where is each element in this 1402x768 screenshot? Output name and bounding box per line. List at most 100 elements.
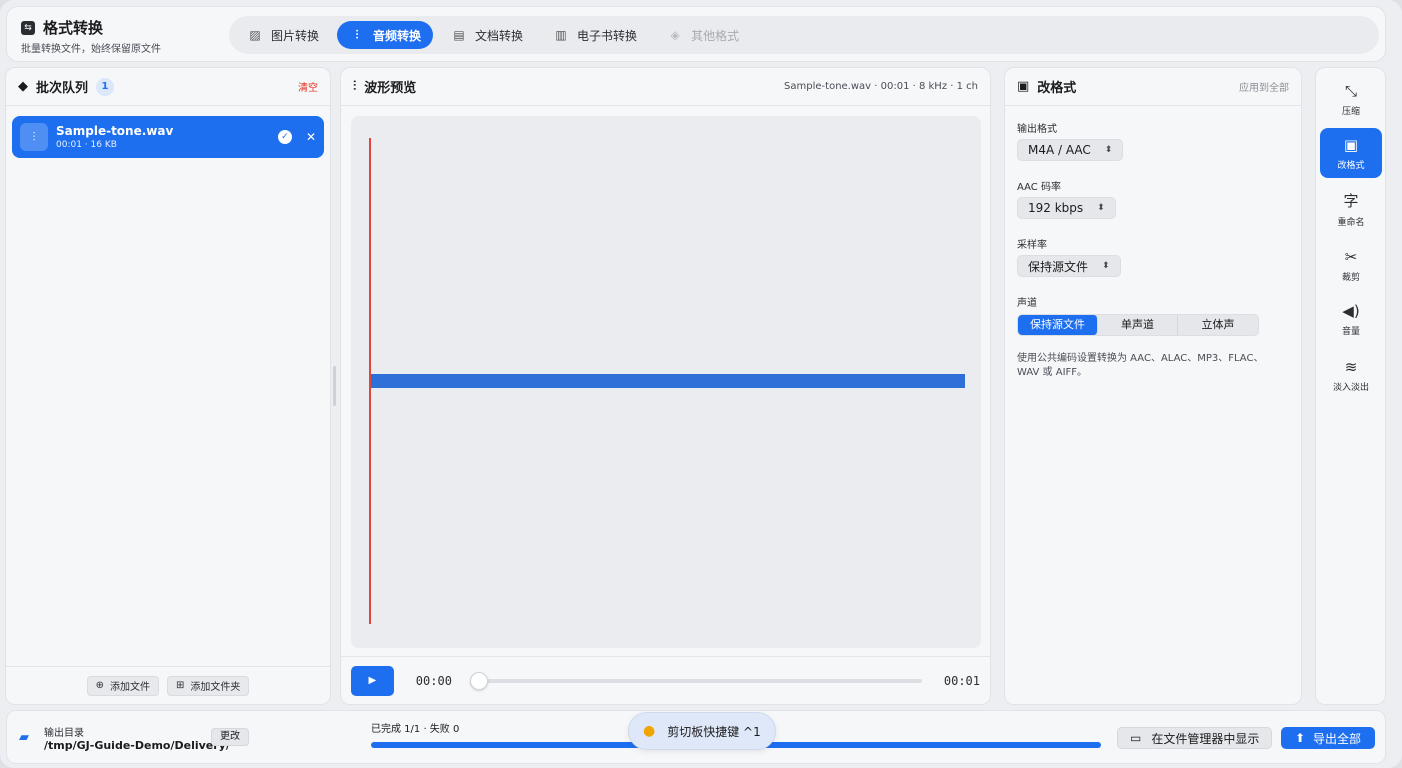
tab-document[interactable]: ▤ 文档转换 xyxy=(439,21,535,49)
remove-item-button[interactable]: ✕ xyxy=(306,130,316,144)
batch-queue-panel: ◆ 批次队列 1 清空 ⫶ Sample-tone.wav 00:01 · 16… xyxy=(5,67,331,705)
format-header: ▣ 改格式 应用到全部 xyxy=(1005,68,1301,106)
channel-option-mono[interactable]: 单声道 xyxy=(1098,315,1178,335)
waveform-icon: ⫶ xyxy=(355,27,359,42)
compress-icon: ⤡ xyxy=(1344,81,1357,100)
tool-label: 音量 xyxy=(1341,326,1360,337)
tab-label: 音频转换 xyxy=(373,28,422,43)
channel-option-source[interactable]: 保持源文件 xyxy=(1018,315,1098,335)
format-settings-panel: ▣ 改格式 应用到全部 输出格式 M4A / AAC ⬍ AAC 码率 192 … xyxy=(1004,67,1302,705)
change-output-button[interactable]: 更改 xyxy=(211,728,249,746)
format-hint: 使用公共编码设置转换为 AAC、ALAC、MP3、FLAC、WAV 或 AIFF… xyxy=(1017,353,1264,378)
tool-label: 淡入淡出 xyxy=(1332,382,1369,393)
top-bar: ⇆ 格式转换 批量转换文件，始终保留原文件 ▨ 图片转换 ⫶ 音频转换 ▤ 文档… xyxy=(6,6,1386,62)
layers-icon: ◆ xyxy=(18,79,28,94)
tab-audio[interactable]: ⫶ 音频转换 xyxy=(337,21,434,49)
add-file-icon: ⊕ xyxy=(95,680,104,691)
document-icon: ▤ xyxy=(453,28,465,42)
player-controls: ▶ 00:00 00:01 xyxy=(341,656,990,704)
add-file-button[interactable]: ⊕ 添加文件 xyxy=(86,675,159,696)
tool-label: 裁剪 xyxy=(1341,272,1360,283)
samplerate-label: 采样率 xyxy=(1017,240,1047,251)
done-check-icon: ✓ xyxy=(277,130,292,144)
tool-format[interactable]: ▣ 改格式 xyxy=(1320,128,1382,178)
bitrate-select[interactable]: 192 kbps ⬍ xyxy=(1017,197,1116,219)
channel-label: 声道 xyxy=(1017,298,1037,309)
output-dir-path: /tmp/GJ-Guide-Demo/Delivery/ xyxy=(44,739,230,752)
tool-trim[interactable]: ✂ 裁剪 xyxy=(1320,240,1382,290)
clear-queue-button[interactable]: 清空 xyxy=(298,79,318,94)
reveal-label: 在文件管理器中显示 xyxy=(1151,731,1260,746)
tab-label: 图片转换 xyxy=(271,28,320,43)
tab-label: 电子书转换 xyxy=(577,28,638,43)
panel-resize-handle[interactable] xyxy=(333,366,336,406)
audio-file-icon: ⫶ xyxy=(20,123,48,151)
tool-label: 重命名 xyxy=(1337,218,1365,228)
queue-item[interactable]: ⫶ Sample-tone.wav 00:01 · 16 KB ✓ ✕ xyxy=(12,116,324,158)
waveform xyxy=(371,374,965,388)
tab-image[interactable]: ▨ 图片转换 xyxy=(235,21,331,49)
app-logo-icon: ⇆ xyxy=(21,20,35,35)
progress-text: 已完成 1/1 · 失败 0 xyxy=(371,724,460,735)
seek-slider[interactable] xyxy=(469,671,922,690)
format-icon: ▣ xyxy=(1017,79,1030,94)
tab-label: 文档转换 xyxy=(475,28,524,43)
preview-file-meta: Sample-tone.wav · 00:01 · 8 kHz · 1 ch xyxy=(784,81,978,92)
output-dir-label: 输出目录 xyxy=(44,728,84,739)
channel-segmented-control: 保持源文件 单声道 立体声 xyxy=(1017,314,1259,336)
bitrate-label: AAC 码率 xyxy=(1017,182,1061,193)
export-all-button[interactable]: ⬆ 导出全部 xyxy=(1281,727,1375,749)
tab-other[interactable]: ◈ 其他格式 xyxy=(655,21,751,49)
preview-title: 波形预览 xyxy=(364,81,417,96)
queue-title: 批次队列 xyxy=(36,81,89,96)
tool-volume[interactable]: ◀) 音量 xyxy=(1320,294,1382,344)
seek-knob[interactable] xyxy=(469,671,488,690)
add-folder-button[interactable]: ⊞ 添加文件夹 xyxy=(167,675,250,696)
play-button[interactable]: ▶ xyxy=(351,665,394,696)
fade-icon: ≋ xyxy=(1344,357,1358,376)
bitrate-value: 192 kbps xyxy=(1028,201,1084,215)
export-icon: ⬆ xyxy=(1294,731,1306,745)
category-tabs: ▨ 图片转换 ⫶ 音频转换 ▤ 文档转换 ▥ 电子书转换 ◈ 其他格式 xyxy=(229,16,1379,54)
samplerate-select[interactable]: 保持源文件 ⬍ xyxy=(1017,255,1121,277)
output-format-select[interactable]: M4A / AAC ⬍ xyxy=(1017,139,1124,161)
waveform-preview-panel: ⫶ 波形预览 Sample-tone.wav · 00:01 · 8 kHz ·… xyxy=(340,67,991,705)
file-meta: 00:01 · 16 KB xyxy=(56,140,117,150)
tab-label: 其他格式 xyxy=(691,28,740,43)
tab-ebook[interactable]: ▥ 电子书转换 xyxy=(541,21,649,49)
tool-label: 压缩 xyxy=(1341,106,1360,117)
reveal-in-file-manager-button[interactable]: ▭ 在文件管理器中显示 xyxy=(1117,727,1273,749)
folder-icon: ▰ xyxy=(19,730,29,745)
add-folder-icon: ⊞ xyxy=(176,680,185,691)
tool-rename[interactable]: 字 重命名 xyxy=(1320,184,1382,234)
lightbulb-icon: ● xyxy=(643,723,656,739)
samplerate-value: 保持源文件 xyxy=(1028,259,1089,274)
tool-compress[interactable]: ⤡ 压缩 xyxy=(1320,74,1382,124)
add-folder-label: 添加文件夹 xyxy=(190,682,241,693)
toast-text: 剪切板快捷键 ^1 xyxy=(667,724,761,739)
waveform-canvas[interactable] xyxy=(351,116,981,648)
format-icon: ▣ xyxy=(1343,135,1359,154)
books-icon: ▥ xyxy=(555,28,567,42)
output-format-label: 输出格式 xyxy=(1017,124,1057,135)
preview-header: ⫶ 波形预览 Sample-tone.wav · 00:01 · 8 kHz ·… xyxy=(341,68,990,106)
waveform-icon: ⫶ xyxy=(353,79,357,94)
chevron-updown-icon: ⬍ xyxy=(1102,261,1110,271)
channel-option-stereo[interactable]: 立体声 xyxy=(1178,315,1258,335)
tool-rail: ⤡ 压缩 ▣ 改格式 字 重命名 ✂ 裁剪 ◀) 音量 ≋ 淡入淡出 xyxy=(1315,67,1386,705)
time-current: 00:00 xyxy=(415,673,452,688)
scissors-icon: ✂ xyxy=(1344,247,1358,266)
app-title: ⇆ 格式转换 xyxy=(21,17,103,38)
image-icon: ▨ xyxy=(249,28,261,42)
cube-icon: ◈ xyxy=(670,28,680,42)
apply-to-all-button[interactable]: 应用到全部 xyxy=(1239,79,1289,94)
queue-count-badge: 1 xyxy=(96,77,115,96)
queue-header: ◆ 批次队列 1 清空 xyxy=(6,68,330,106)
queue-footer: ⊕ 添加文件 ⊞ 添加文件夹 xyxy=(6,666,330,704)
chevron-updown-icon: ⬍ xyxy=(1097,203,1105,213)
app-name: 格式转换 xyxy=(43,19,104,37)
shortcut-toast: ● 剪切板快捷键 ^1 xyxy=(628,712,776,750)
tool-fade[interactable]: ≋ 淡入淡出 xyxy=(1320,350,1382,400)
output-format-value: M4A / AAC xyxy=(1028,143,1091,157)
speaker-icon: ◀) xyxy=(1342,301,1360,320)
